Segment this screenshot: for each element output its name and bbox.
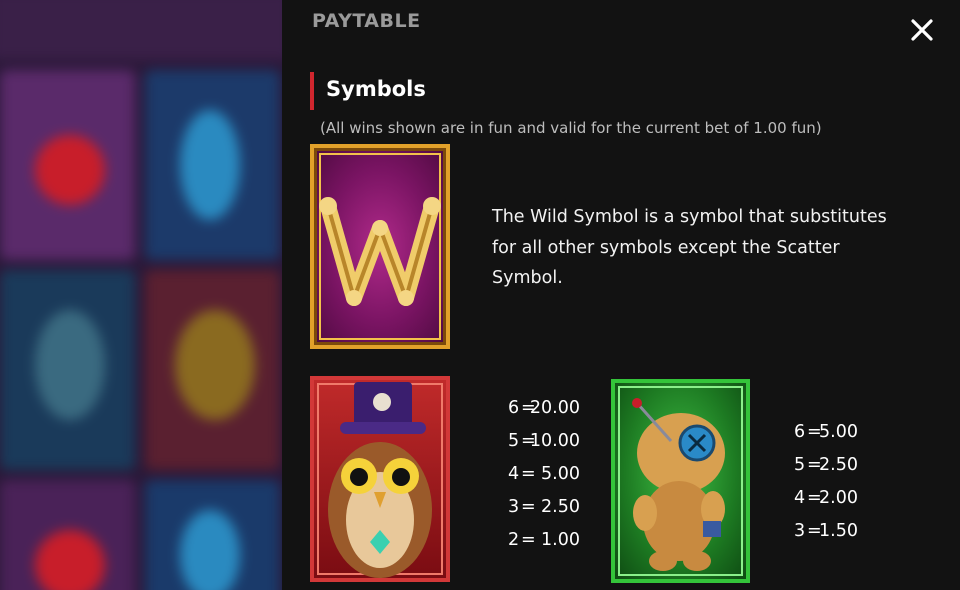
paytable-panel: PAYTABLE Symbols (All wins shown are in …: [282, 0, 960, 590]
wild-symbol-icon: [310, 144, 450, 349]
pay-value: 10.00: [529, 431, 580, 451]
pay-equals: =: [521, 497, 536, 517]
pay-count: 5: [508, 431, 520, 451]
pay-row: 2 = 1.00: [508, 527, 580, 553]
pay-row: 4 = 5.00: [508, 461, 580, 487]
pay-count: 3: [508, 497, 520, 517]
pay-row: 6 = 5.00: [794, 419, 858, 445]
pay-count: 6: [794, 422, 806, 442]
pay-equals: =: [521, 530, 536, 550]
pay-value: 1.00: [541, 530, 580, 550]
pay-value: 2.50: [541, 497, 580, 517]
pay-value: 20.00: [529, 398, 580, 418]
pay-row: 3 = 1.50: [794, 518, 858, 544]
pay-value: 1.50: [819, 521, 858, 541]
pay-row: 6 = 20.00: [508, 395, 580, 421]
pay-value: 5.00: [541, 464, 580, 484]
voodoo-doll-symbol-icon: [611, 379, 750, 583]
owl-paytable: 6 = 20.00 5 = 10.00 4 = 5.00 3 = 2.50 2 = 1.00: [508, 395, 580, 555]
pay-count: 5: [794, 455, 806, 475]
pay-count: 2: [508, 530, 520, 550]
bet-note: (All wins shown are in fun and valid for…: [320, 119, 822, 137]
voodoo-doll-paytable: 6 = 5.00 5 = 2.50 4 = 2.00 3 = 1.50: [794, 419, 858, 549]
pay-row: 4 = 2.00: [794, 485, 858, 511]
close-icon: [911, 19, 933, 41]
pay-row: 5 = 2.50: [794, 452, 858, 478]
owl-symbol-icon: [310, 376, 450, 582]
pay-count: 4: [508, 464, 520, 484]
pay-count: 6: [508, 398, 520, 418]
section-title: Symbols: [310, 72, 426, 110]
wild-description: The Wild Symbol is a symbol that substit…: [492, 207, 887, 288]
pay-equals: =: [521, 464, 536, 484]
pay-row: 5 = 10.00: [508, 428, 580, 454]
pay-row: 3 = 2.50: [508, 494, 580, 520]
game-background: [0, 0, 282, 590]
pay-count: 3: [794, 521, 806, 541]
pay-count: 4: [794, 488, 806, 508]
panel-title: PAYTABLE: [312, 10, 421, 32]
close-button[interactable]: [908, 16, 936, 44]
pay-value: 2.00: [819, 488, 858, 508]
pay-value: 2.50: [819, 455, 858, 475]
pay-value: 5.00: [819, 422, 858, 442]
